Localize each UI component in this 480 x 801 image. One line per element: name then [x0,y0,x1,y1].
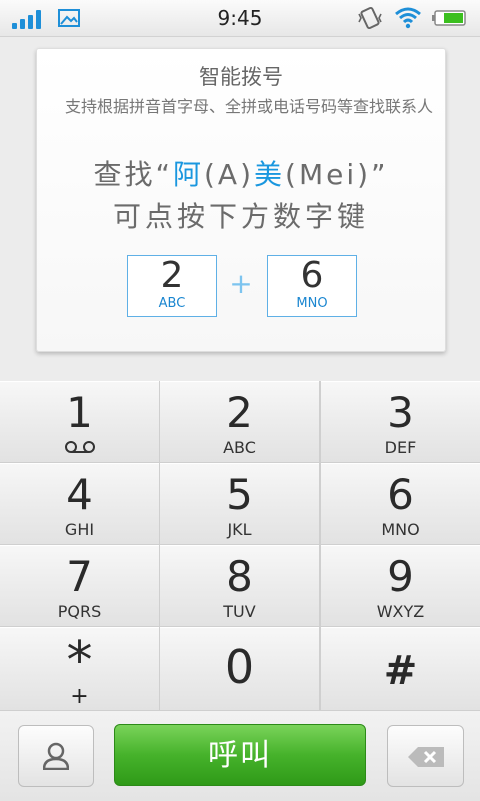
contacts-icon [43,742,69,770]
key-0[interactable]: 0 [160,627,319,710]
key-letters: GHI [64,520,95,539]
key-digit: 5 [226,470,253,519]
hint-key-2-letters: ABC [158,296,186,311]
key-8[interactable]: 8 TUV [160,545,319,626]
key-digit: 6 [387,470,414,519]
dial-keypad: 1 2 ABC 3 DEF 4 GHI 5 JKL 6 MNO 7 PQRS 8… [0,381,480,710]
key-letters: TUV [223,602,256,621]
vibrate-icon [358,6,382,30]
hint-description: 支持根据拼音首字母、全拼或电话号码等查找联系人 [65,97,434,116]
hint-pinyin-mei: (Mei) [285,158,372,191]
key-7[interactable]: 7 PQRS [0,545,159,626]
key-digit: 1 [66,388,93,437]
call-button[interactable]: 呼叫 [114,724,366,786]
key-letters: DEF [384,438,417,457]
contacts-button[interactable] [18,725,94,787]
hint-char-a: 阿 [172,158,204,191]
key-1[interactable]: 1 [0,381,159,462]
voicemail-icon [65,441,95,453]
hint-title: 智能拨号 [199,65,283,89]
hint-key-2-digit: 2 [160,255,184,296]
key-6[interactable]: 6 MNO [321,463,480,544]
hint-pinyin-a: (A) [203,158,254,191]
hint-instruction: 可点按下方数字键 [112,200,369,233]
key-letters: ABC [223,438,256,457]
key-4[interactable]: 4 GHI [0,463,159,544]
key-digit: 3 [387,388,414,437]
key-star[interactable]: * + [0,627,159,710]
hint-char-mei: 美 [254,158,286,191]
key-2[interactable]: 2 ABC [160,381,319,462]
key-letters: MNO [381,520,420,539]
key-digit: 4 [66,470,93,519]
key-5[interactable]: 5 JKL [160,463,319,544]
key-digit: 7 [66,552,93,601]
hint-key-6-digit: 6 [300,255,324,296]
key-3[interactable]: 3 DEF [321,381,480,462]
hint-find-suffix: ” [371,158,389,191]
bottom-action-bar: 呼叫 [0,710,480,801]
hint-key-6-letters: MNO [296,296,328,311]
key-digit: 0 [224,640,255,694]
hint-key-6: 6 MNO [267,255,357,317]
hint-plus: + [229,267,253,300]
key-letters: + [70,684,89,709]
key-9[interactable]: 9 WXYZ [321,545,480,626]
smart-dial-hint-card: 智能拨号 支持根据拼音首字母、全拼或电话号码等查找联系人 查找“阿(A)美(Me… [36,48,446,352]
key-digit: # [383,648,418,694]
battery-icon [432,10,466,26]
status-bar: 9:45 [0,0,480,37]
key-digit: * [66,631,93,691]
backspace-icon [408,747,444,767]
key-digit: 9 [387,552,414,601]
key-digit: 8 [226,552,253,601]
key-hash[interactable]: # [321,627,480,710]
key-letters: PQRS [57,602,102,621]
hint-example: 查找“阿(A)美(Mei)” [37,153,445,193]
delete-button[interactable] [387,725,464,787]
key-letters: WXYZ [376,602,425,621]
wifi-icon [395,7,421,29]
key-letters: JKL [227,520,252,539]
hint-find-prefix: 查找“ [93,158,173,191]
hint-key-2: 2 ABC [127,255,217,317]
key-digit: 2 [226,388,253,437]
